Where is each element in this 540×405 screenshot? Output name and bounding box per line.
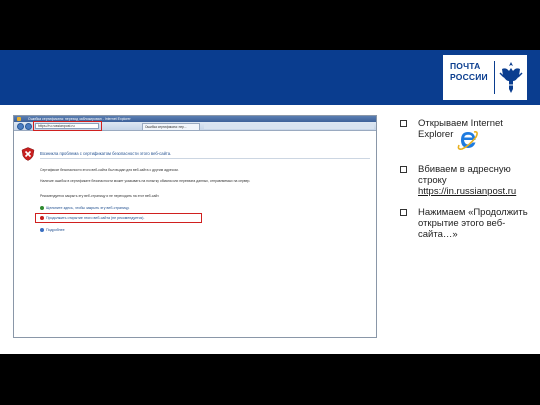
logo-divider [494, 61, 495, 94]
continue-highlight-box [35, 213, 202, 223]
checkbox-bullet-icon [400, 209, 407, 216]
chevron-down-icon [40, 228, 44, 232]
cert-paragraph-2: Наличие ошибок в сертификате безопасност… [40, 179, 251, 183]
url-highlight-box [33, 121, 102, 131]
instruction-text-2: Вбиваем в адресную строку https://in.rus… [418, 164, 536, 197]
logo-line2: РОССИИ [450, 72, 488, 82]
instruction-text-3: Нажимаем «Продолжить открытие этого веб-… [418, 207, 528, 240]
back-button[interactable] [17, 123, 24, 130]
top-band [0, 0, 540, 50]
logo-text: ПОЧТА РОССИИ [450, 61, 492, 83]
browser-screenshot: Ошибка сертификата: переход заблокирован… [13, 115, 377, 338]
close-page-link[interactable]: Щелкните здесь, чтобы закрыть эту веб-ст… [40, 205, 130, 211]
cert-paragraph-3: Рекомендуется закрыть эту веб-страницу и… [40, 194, 160, 198]
browser-tab[interactable]: Ошибка сертификата: пер... [142, 123, 200, 131]
toolbar-strip [204, 124, 374, 129]
checkbox-bullet-icon [400, 166, 407, 173]
close-page-label: Щелкните здесь, чтобы закрыть эту веб-ст… [46, 206, 130, 210]
title-divider [40, 158, 370, 159]
instruction-text-2-main: Вбиваем в адресную строку [418, 164, 511, 186]
post-emblem-icon [499, 62, 523, 93]
app-icon [17, 117, 21, 121]
forward-button[interactable] [25, 123, 32, 130]
checkbox-bullet-icon [400, 120, 407, 127]
russianpost-url-link[interactable]: https://in.russianpost.ru [418, 186, 516, 197]
logo-line1: ПОЧТА [450, 61, 481, 71]
cert-error-shield-icon [21, 147, 35, 161]
details-link[interactable]: Подробнее [40, 227, 65, 233]
details-label: Подробнее [46, 228, 65, 232]
russian-post-logo: ПОЧТА РОССИИ [443, 55, 527, 100]
cert-error-title: Возникла проблема с сертификатом безопас… [40, 151, 172, 156]
ok-shield-icon [40, 206, 44, 210]
ie-logo-icon [457, 131, 478, 150]
bottom-band [0, 354, 540, 405]
cert-paragraph-1: Сертификат безопасности этого веб-сайта … [40, 168, 179, 172]
